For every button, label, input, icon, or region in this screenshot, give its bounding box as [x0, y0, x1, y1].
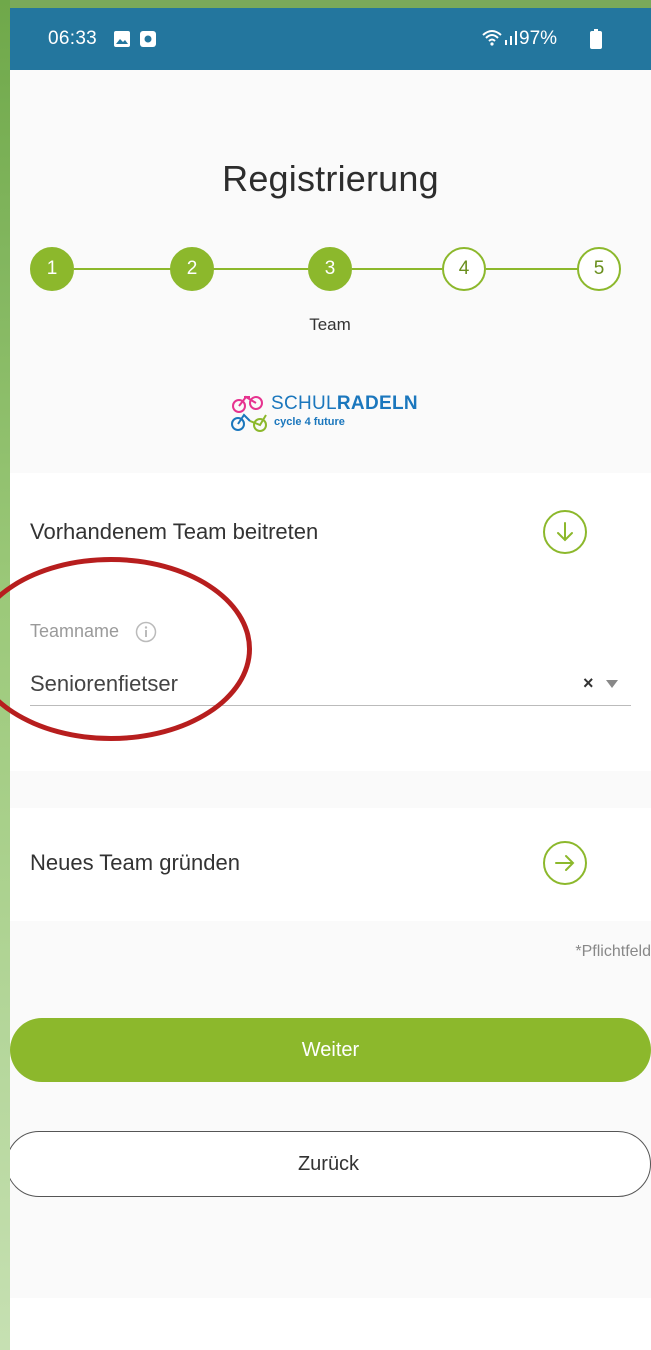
- required-field-note: *Pflichtfeld: [575, 943, 651, 960]
- phone-screen: 06:33 97% Registrierung 1 2 3 4 5 Team S…: [10, 8, 651, 1350]
- next-button[interactable]: Weiter: [10, 1018, 651, 1082]
- arrow-right-circle-icon: [555, 855, 575, 871]
- step-3[interactable]: 3: [308, 247, 352, 291]
- status-time: 06:33: [48, 28, 98, 49]
- new-team-button[interactable]: [543, 841, 587, 885]
- logo-tagline: cycle 4 future: [274, 416, 345, 428]
- teamname-select[interactable]: Seniorenfietser: [30, 671, 178, 697]
- step-4[interactable]: 4: [442, 247, 486, 291]
- new-team-card: Neues Team gründen: [10, 808, 651, 921]
- frame-border-top: [0, 0, 651, 8]
- bicycles-logo-icon: [231, 395, 267, 432]
- teamname-label: Teamname: [30, 621, 120, 641]
- frame-border-left: [0, 0, 10, 1350]
- info-icon[interactable]: [135, 621, 157, 643]
- signal-icon: [505, 31, 517, 45]
- battery-percent: 97%: [519, 28, 558, 49]
- wifi-icon: [482, 30, 502, 46]
- bottom-area: [10, 1298, 651, 1350]
- stepper-connector: [212, 268, 308, 270]
- dropdown-caret-icon[interactable]: [606, 680, 618, 688]
- step-5[interactable]: 5: [577, 247, 621, 291]
- schulradeln-logo: SCHULRADELN cycle 4 future: [230, 391, 440, 439]
- stepper-connector: [352, 268, 442, 270]
- battery-icon: [590, 29, 602, 49]
- arrow-down-circle-icon: [557, 522, 573, 542]
- clear-icon[interactable]: ×: [583, 673, 594, 694]
- join-team-title[interactable]: Vorhandenem Team beitreten: [30, 519, 318, 545]
- join-team-toggle-button[interactable]: [543, 510, 587, 554]
- screen-record-icon: [140, 31, 156, 47]
- join-team-card: Vorhandenem Team beitreten Teamname Seni…: [10, 473, 651, 771]
- stepper-connector: [486, 268, 578, 270]
- logo-wordmark: SCHULRADELN: [271, 393, 418, 414]
- step-caption: Team: [309, 315, 351, 334]
- status-bar: 06:33 97%: [10, 8, 651, 70]
- page-title: Registrierung: [222, 158, 439, 199]
- step-1[interactable]: 1: [30, 247, 74, 291]
- step-2[interactable]: 2: [170, 247, 214, 291]
- gallery-icon: [114, 31, 130, 47]
- teamname-underline: [30, 705, 631, 706]
- back-button[interactable]: Zurück: [10, 1131, 651, 1197]
- new-team-title[interactable]: Neues Team gründen: [30, 850, 240, 876]
